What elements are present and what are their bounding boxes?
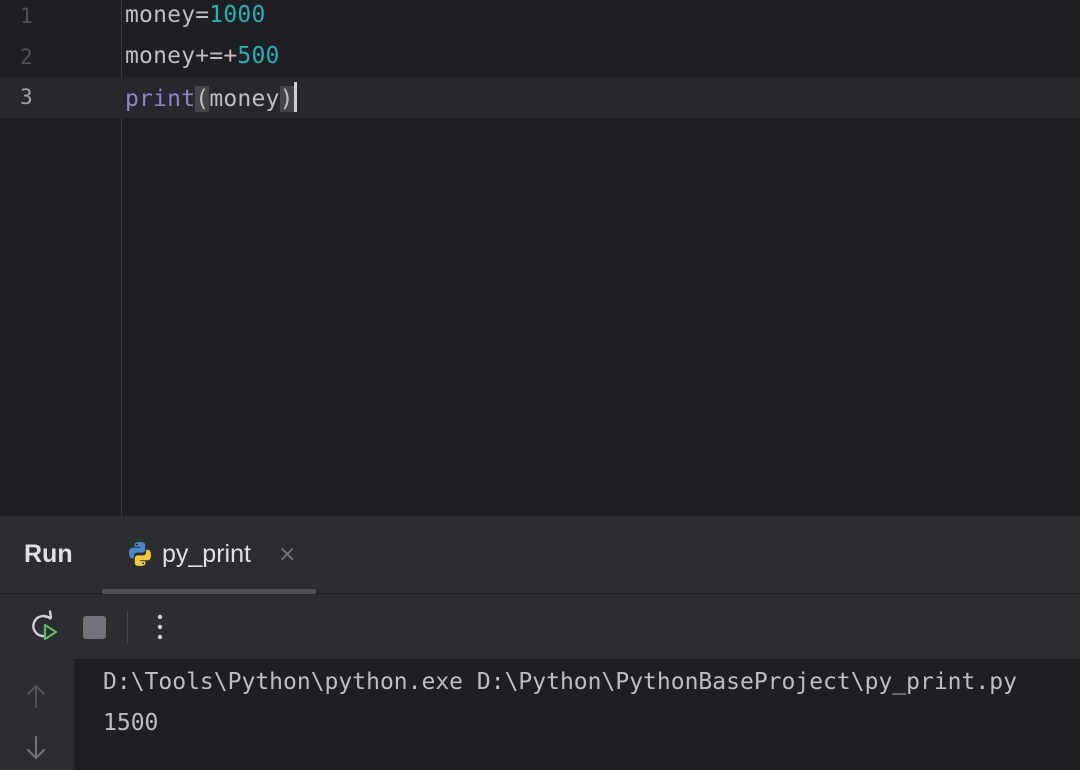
console: D:\Tools\Python\python.exe D:\Python\Pyt…	[0, 659, 1080, 770]
tab-label: py_print	[162, 540, 251, 568]
python-icon	[129, 542, 151, 566]
rerun-icon[interactable]	[28, 610, 60, 642]
tab-active-indicator	[102, 589, 316, 594]
console-gutter	[0, 659, 74, 770]
arrow-up-icon[interactable]	[25, 683, 47, 709]
line-number: 3	[20, 85, 33, 109]
console-output[interactable]: D:\Tools\Python\python.exe D:\Python\Pyt…	[74, 659, 1080, 770]
code-text[interactable]: money=1000	[125, 2, 266, 28]
code-token: money+=+	[125, 43, 238, 69]
code-line-3-current[interactable]: 3 print(money)	[0, 77, 1080, 118]
run-panel-title: Run	[24, 540, 73, 568]
stop-icon[interactable]	[83, 616, 106, 639]
arrow-down-icon[interactable]	[25, 735, 47, 761]
code-editor[interactable]: 1 money=1000 2 money+=+500 3 print(money…	[0, 0, 1080, 516]
code-line-2[interactable]: 2 money+=+500	[0, 41, 1080, 82]
code-token: money=	[125, 2, 210, 28]
close-icon[interactable]: ×	[278, 542, 296, 567]
console-output-line: 1500	[103, 710, 159, 736]
code-token: money	[209, 86, 280, 112]
code-token-number: 1000	[209, 2, 266, 28]
line-number: 1	[20, 4, 33, 28]
code-text[interactable]: money+=+500	[125, 43, 280, 69]
code-token-paren-highlight: )	[279, 86, 294, 112]
text-caret	[293, 82, 297, 112]
toolbar-separator	[127, 611, 128, 643]
more-vertical-icon[interactable]	[152, 613, 168, 641]
code-text[interactable]: print(money)	[125, 82, 297, 112]
run-panel: Run py_print × D:\Tools\Python\python.ex…	[0, 516, 1080, 770]
code-token-number: 500	[237, 43, 280, 69]
tab-py-print[interactable]: py_print ×	[102, 516, 316, 594]
code-token-paren-highlight: (	[195, 86, 210, 112]
line-number: 2	[20, 45, 33, 69]
run-toolbar	[0, 595, 1080, 659]
code-line-1[interactable]: 1 money=1000	[0, 0, 1080, 41]
run-panel-header: Run py_print ×	[0, 516, 1080, 594]
code-token-builtin: print	[125, 86, 196, 112]
console-command-line: D:\Tools\Python\python.exe D:\Python\Pyt…	[103, 669, 1017, 695]
